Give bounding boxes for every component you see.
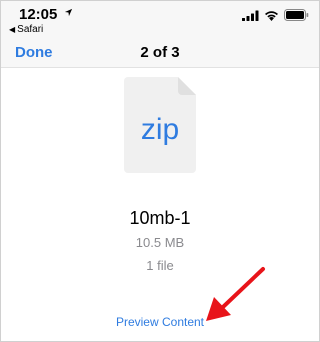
zip-icon-label: zip xyxy=(141,113,179,146)
quick-look-screen: 12:05 ◀ Safari Done 2 of 3 zip 10mb-1 10… xyxy=(0,0,320,342)
page-indicator: 2 of 3 xyxy=(140,44,180,61)
location-arrow-icon xyxy=(64,8,73,17)
file-size: 10.5 MB xyxy=(135,235,185,250)
back-triangle-icon: ◀ xyxy=(9,25,16,34)
battery-icon xyxy=(284,9,309,21)
status-time: 12:05 xyxy=(19,6,58,23)
cellular-signal-icon xyxy=(242,10,259,21)
red-arrow-annotation xyxy=(206,267,265,321)
back-to-app-link[interactable]: ◀ Safari xyxy=(9,24,43,35)
top-bar: 12:05 ◀ Safari Done 2 of 3 xyxy=(1,1,319,68)
status-icons xyxy=(242,9,309,21)
back-app-label: Safari xyxy=(17,24,44,35)
file-name: 10mb-1 xyxy=(129,208,191,228)
zip-file-icon: zip xyxy=(124,77,196,173)
wifi-icon xyxy=(265,10,278,21)
